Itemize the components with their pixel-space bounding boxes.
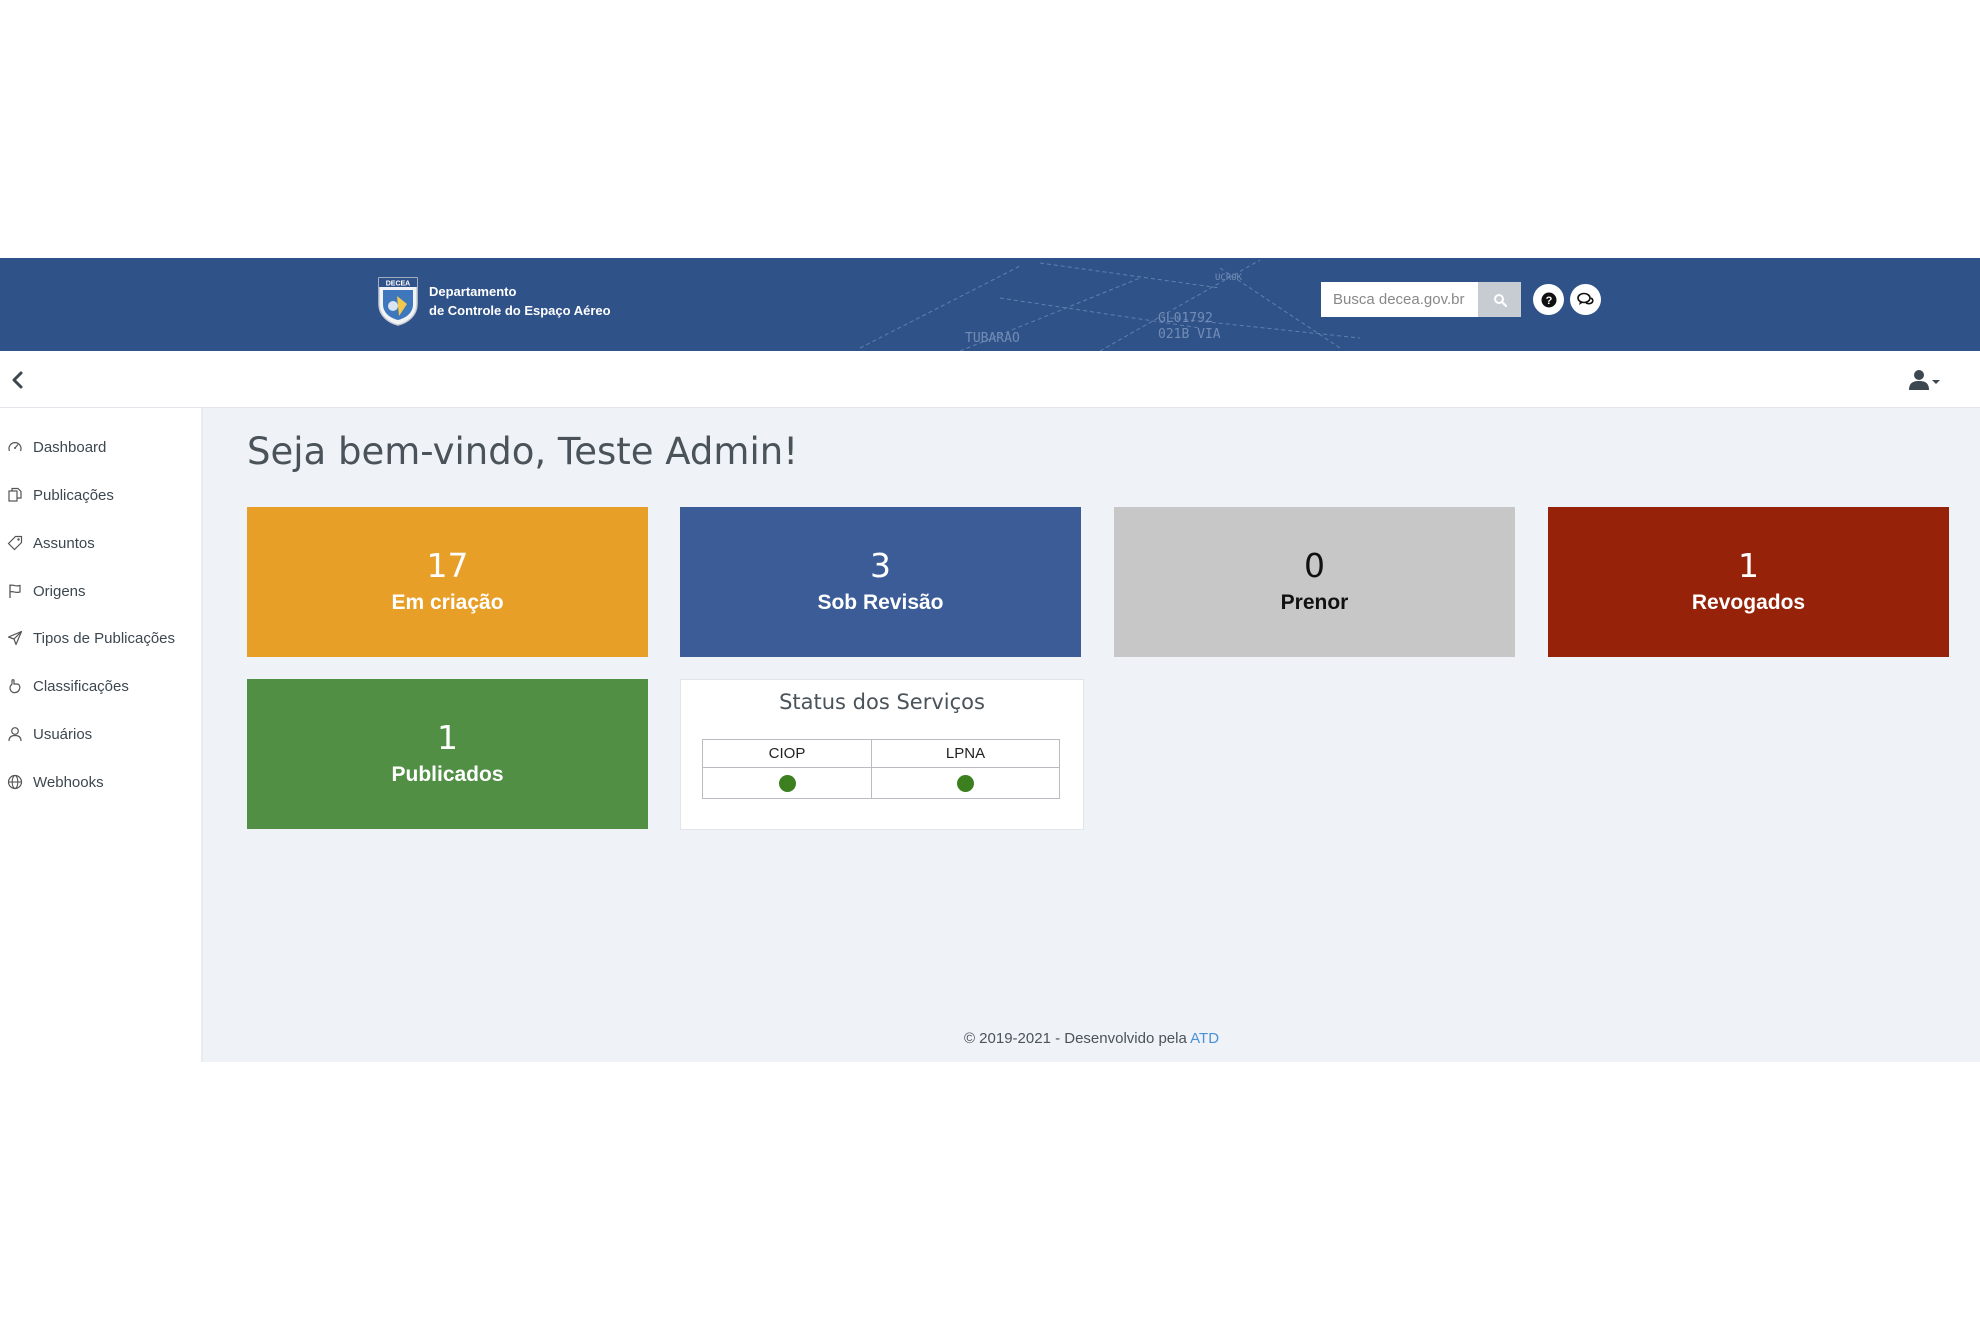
hand-pointer-icon (9, 679, 21, 694)
card-count: 0 (1304, 546, 1325, 585)
service-status-panel: Status dos Serviços CIOP LPNA (680, 679, 1084, 830)
sidebar-item-label: Webhooks (33, 773, 104, 791)
map-label: 021B VIA (1158, 327, 1221, 342)
card-em-criacao[interactable]: 17 Em criação (247, 507, 648, 657)
sidebar-item-webhooks[interactable]: Webhooks (0, 762, 200, 802)
card-revogados[interactable]: 1 Revogados (1548, 507, 1949, 657)
paper-plane-icon (7, 630, 23, 646)
logo-badge-text: DECEA (386, 281, 411, 288)
decea-logo[interactable]: DECEA Departamento de Controle do Espaço… (377, 276, 611, 326)
gov-search-input[interactable] (1321, 282, 1478, 317)
gov-search-button[interactable] (1478, 282, 1521, 317)
map-label: GL01792 (1158, 311, 1213, 326)
user-dropdown-icon[interactable] (1907, 369, 1943, 391)
sidebar-item-dashboard[interactable]: Dashboard (0, 427, 200, 467)
app-topbar (0, 351, 1980, 408)
main-content: Seja bem-vindo, Teste Admin! 17 Em criaç… (203, 408, 1980, 1062)
card-count: 3 (870, 546, 891, 585)
question-circle-icon: ? (1541, 292, 1556, 307)
status-column-ciop: CIOP (702, 739, 872, 768)
sidebar-item-label: Origens (33, 582, 86, 600)
sidebar-item-origens[interactable]: Origens (0, 571, 200, 611)
sidebar-item-label: Assuntos (33, 534, 95, 552)
footer-link-atd[interactable]: ATD (1190, 1030, 1219, 1047)
card-count: 17 (426, 546, 469, 585)
card-sob-revisao[interactable]: 3 Sob Revisão (680, 507, 1081, 657)
card-label: Em criação (391, 591, 504, 614)
user-icon (8, 727, 22, 742)
chevron-left-icon[interactable] (8, 370, 28, 390)
sidebar-item-label: Tipos de Publicações (33, 629, 176, 647)
card-label: Revogados (1691, 591, 1806, 614)
sidebar: Dashboard Publicações Assuntos Origens T… (0, 408, 203, 1062)
card-label: Sob Revisão (817, 591, 944, 614)
status-cell-lpna (871, 767, 1060, 799)
card-count: 1 (437, 718, 458, 757)
status-online-indicator (957, 774, 974, 792)
sidebar-item-label: Classificações (33, 677, 129, 695)
decea-shield-icon: DECEA (378, 277, 418, 326)
tag-icon (7, 535, 23, 551)
status-panel-title: Status dos Serviços (779, 690, 985, 714)
svg-text:?: ? (1545, 295, 1552, 307)
sidebar-item-tipos-de-publicacoes[interactable]: Tipos de Publicações (0, 618, 200, 658)
map-label: UCROK (1215, 273, 1243, 283)
footer: © 2019-2021 - Desenvolvido pela ATD (203, 1030, 1980, 1047)
sidebar-item-label: Usuários (33, 725, 93, 743)
map-label: TUBARAO (965, 331, 1020, 346)
flag-icon (9, 584, 21, 598)
dashboard-gauge-icon (8, 442, 22, 452)
sidebar-item-assuntos[interactable]: Assuntos (0, 523, 200, 563)
copy-documents-icon (8, 487, 22, 502)
card-prenor[interactable]: 0 Prenor (1114, 507, 1515, 657)
gov-search (1321, 282, 1521, 317)
help-button[interactable]: ? (1533, 284, 1564, 315)
service-status-table: CIOP LPNA (702, 739, 1060, 799)
org-name-line1: Departamento (429, 284, 517, 299)
card-label: Prenor (1280, 591, 1349, 614)
search-icon (1493, 293, 1507, 307)
globe-icon (7, 774, 23, 790)
chat-bubbles-icon (1577, 292, 1594, 305)
sidebar-item-usuarios[interactable]: Usuários (0, 714, 200, 754)
status-cell-ciop (702, 767, 872, 799)
card-label: Publicados (391, 763, 504, 786)
sidebar-item-label: Publicações (33, 486, 114, 504)
aeronautical-chart-decoration: GL01792 021B VIA TUBARAO UCROK (859, 259, 1360, 351)
card-count: 1 (1738, 546, 1759, 585)
chat-button[interactable] (1570, 284, 1601, 315)
gov-header-bar: GL01792 021B VIA TUBARAO UCROK DECEA Dep… (0, 258, 1980, 351)
sidebar-item-publicacoes[interactable]: Publicações (0, 475, 200, 515)
org-name-line2: de Controle do Espaço Aéreo (429, 303, 611, 318)
status-column-lpna: LPNA (871, 739, 1060, 768)
card-publicados[interactable]: 1 Publicados (247, 679, 648, 829)
page-title: Seja bem-vindo, Teste Admin! (247, 430, 799, 473)
footer-text: © 2019-2021 - Desenvolvido pela (963, 1030, 1191, 1047)
sidebar-item-label: Dashboard (33, 438, 107, 456)
sidebar-item-classificacoes[interactable]: Classificações (0, 666, 200, 706)
status-online-indicator (778, 774, 796, 792)
